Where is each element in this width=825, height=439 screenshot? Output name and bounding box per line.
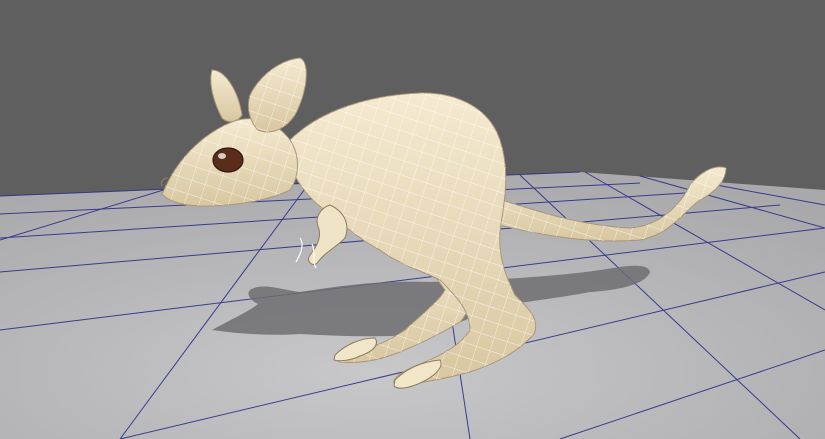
- viewport-canvas[interactable]: [0, 0, 825, 439]
- 3d-viewport[interactable]: [0, 0, 825, 439]
- model-eye: [212, 147, 244, 173]
